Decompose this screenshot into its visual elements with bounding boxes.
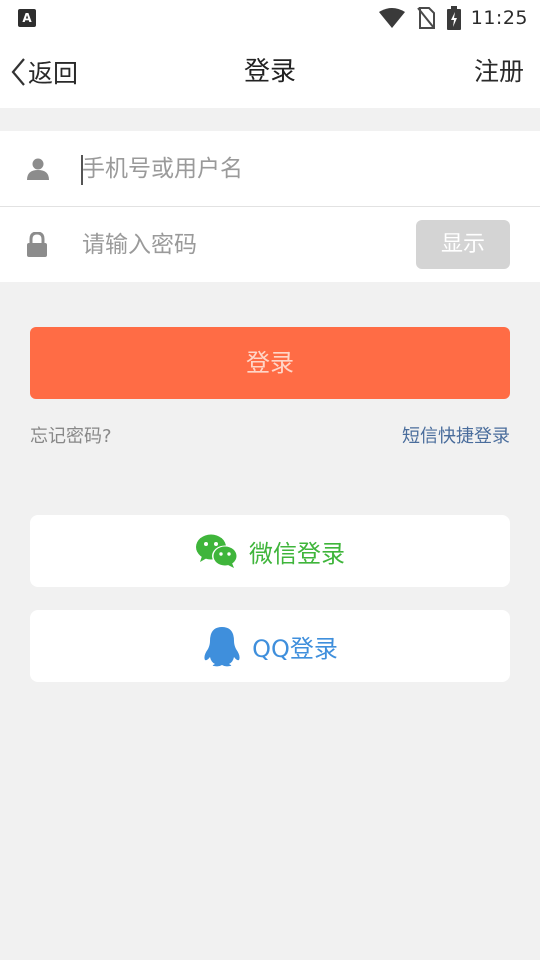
back-label: 返回 xyxy=(28,59,79,88)
show-password-button[interactable]: 显示 xyxy=(416,220,510,269)
sms-login-link[interactable]: 短信快捷登录 xyxy=(402,422,510,448)
user-icon xyxy=(26,131,50,206)
app-notification-icon: A xyxy=(18,9,36,27)
username-row xyxy=(0,131,540,207)
password-row: 显示 xyxy=(0,207,540,282)
forgot-password-link[interactable]: 忘记密码? xyxy=(30,422,112,448)
qq-login-label: QQ登录 xyxy=(252,634,338,663)
lock-icon xyxy=(26,207,48,282)
wechat-login-label: 微信登录 xyxy=(249,539,345,568)
battery-charging-icon xyxy=(446,6,461,30)
no-sim-icon xyxy=(416,7,435,29)
qq-penguin-icon xyxy=(204,627,240,667)
status-time: 11:25 xyxy=(470,7,528,29)
register-link[interactable]: 注册 xyxy=(474,36,524,108)
qq-login-button[interactable]: QQ登录 xyxy=(30,610,510,682)
status-icons: 11:25 xyxy=(378,6,528,30)
wechat-login-button[interactable]: 微信登录 xyxy=(30,515,510,587)
username-input[interactable] xyxy=(82,131,402,206)
wifi-icon xyxy=(378,8,405,28)
login-button[interactable]: 登录 xyxy=(30,327,510,399)
login-form: 显示 xyxy=(0,131,540,282)
page-title: 登录 xyxy=(243,57,296,87)
nav-bar: 登录 返回 注册 xyxy=(0,36,540,108)
chevron-left-icon xyxy=(11,58,25,86)
back-button[interactable]: 返回 xyxy=(10,36,78,108)
password-input[interactable] xyxy=(82,207,402,282)
wechat-icon xyxy=(196,534,238,568)
status-bar: A 11:25 xyxy=(0,0,540,36)
